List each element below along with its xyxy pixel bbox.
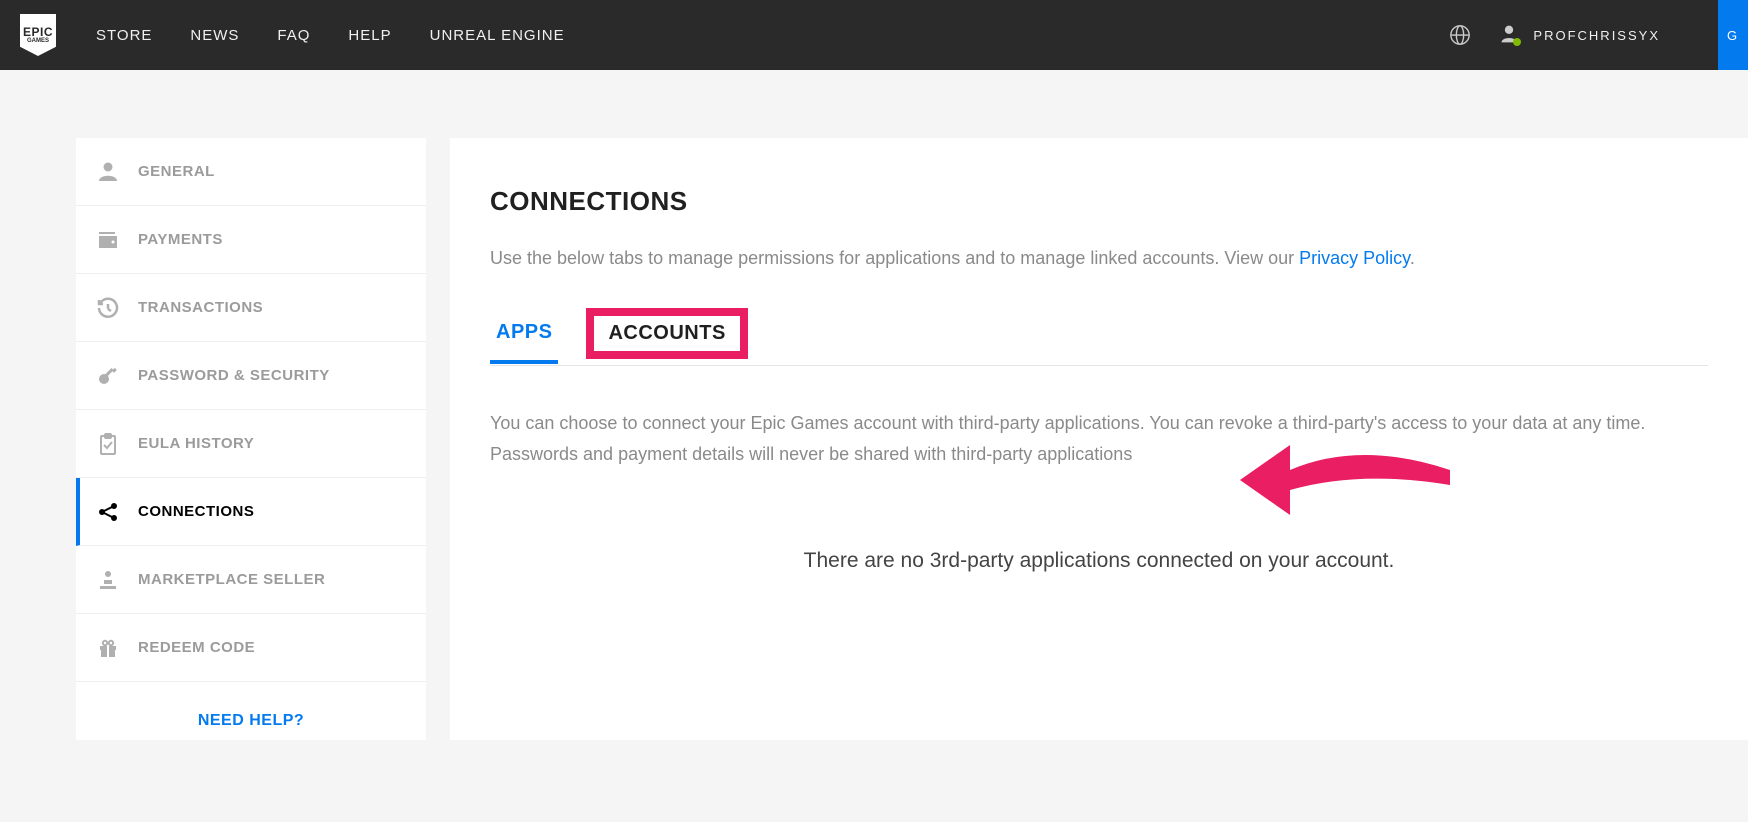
need-help-link[interactable]: NEED HELP? [76, 682, 426, 740]
privacy-policy-link[interactable]: Privacy Policy [1299, 248, 1410, 268]
globe-icon[interactable] [1449, 24, 1471, 46]
get-button[interactable]: G [1718, 0, 1748, 70]
page-title: CONNECTIONS [490, 186, 1708, 217]
nav-links: STORE NEWS FAQ HELP UNREAL ENGINE [96, 27, 565, 44]
person-icon [96, 160, 120, 184]
nav-news[interactable]: NEWS [190, 27, 239, 44]
empty-state-text: There are no 3rd-party applications conn… [490, 549, 1708, 573]
username: PROFCHRISSYX [1533, 28, 1660, 43]
nav-right: PROFCHRISSYX G [1449, 0, 1728, 70]
history-icon [96, 296, 120, 320]
main-panel: CONNECTIONS Use the below tabs to manage… [450, 138, 1748, 740]
page-description: Use the below tabs to manage permissions… [490, 245, 1708, 272]
top-nav: EPIC GAMES STORE NEWS FAQ HELP UNREAL EN… [0, 0, 1748, 70]
nav-store[interactable]: STORE [96, 27, 152, 44]
nav-help[interactable]: HELP [348, 27, 391, 44]
sidebar-item-general[interactable]: GENERAL [76, 138, 426, 206]
gift-icon [96, 636, 120, 660]
nav-unreal[interactable]: UNREAL ENGINE [430, 27, 565, 44]
sidebar-item-connections[interactable]: CONNECTIONS [76, 478, 426, 546]
sidebar-item-eula[interactable]: EULA HISTORY [76, 410, 426, 478]
sidebar-item-label: TRANSACTIONS [138, 299, 263, 316]
sidebar-item-label: REDEEM CODE [138, 639, 255, 656]
sidebar-item-label: EULA HISTORY [138, 435, 254, 452]
sidebar-item-password[interactable]: PASSWORD & SECURITY [76, 342, 426, 410]
tabs: APPS ACCOUNTS [490, 306, 1708, 366]
sidebar-item-transactions[interactable]: TRANSACTIONS [76, 274, 426, 342]
sidebar-item-redeem[interactable]: REDEEM CODE [76, 614, 426, 682]
tab-accounts[interactable]: ACCOUNTS [586, 308, 747, 359]
logo-subtext: GAMES [27, 38, 49, 44]
wallet-icon [96, 228, 120, 252]
sidebar-item-payments[interactable]: PAYMENTS [76, 206, 426, 274]
epic-logo[interactable]: EPIC GAMES [20, 14, 56, 56]
tab-apps[interactable]: APPS [490, 309, 558, 364]
seller-icon [96, 568, 120, 592]
sidebar-item-label: MARKETPLACE SELLER [138, 571, 325, 588]
page-body: GENERAL PAYMENTS TRANSACTIONS PASSWORD &… [0, 70, 1748, 740]
sidebar-item-label: CONNECTIONS [138, 503, 254, 520]
clipboard-icon [96, 432, 120, 456]
user-icon [1499, 24, 1519, 46]
sidebar-item-label: PAYMENTS [138, 231, 223, 248]
sidebar-item-marketplace[interactable]: MARKETPLACE SELLER [76, 546, 426, 614]
sidebar-item-label: PASSWORD & SECURITY [138, 367, 330, 384]
logo-text: EPIC [23, 26, 53, 38]
nav-faq[interactable]: FAQ [277, 27, 310, 44]
user-block[interactable]: PROFCHRISSYX [1499, 24, 1660, 46]
apps-description: You can choose to connect your Epic Game… [490, 408, 1708, 469]
share-icon [96, 500, 120, 524]
key-icon [96, 364, 120, 388]
sidebar: GENERAL PAYMENTS TRANSACTIONS PASSWORD &… [76, 138, 426, 740]
sidebar-item-label: GENERAL [138, 163, 215, 180]
